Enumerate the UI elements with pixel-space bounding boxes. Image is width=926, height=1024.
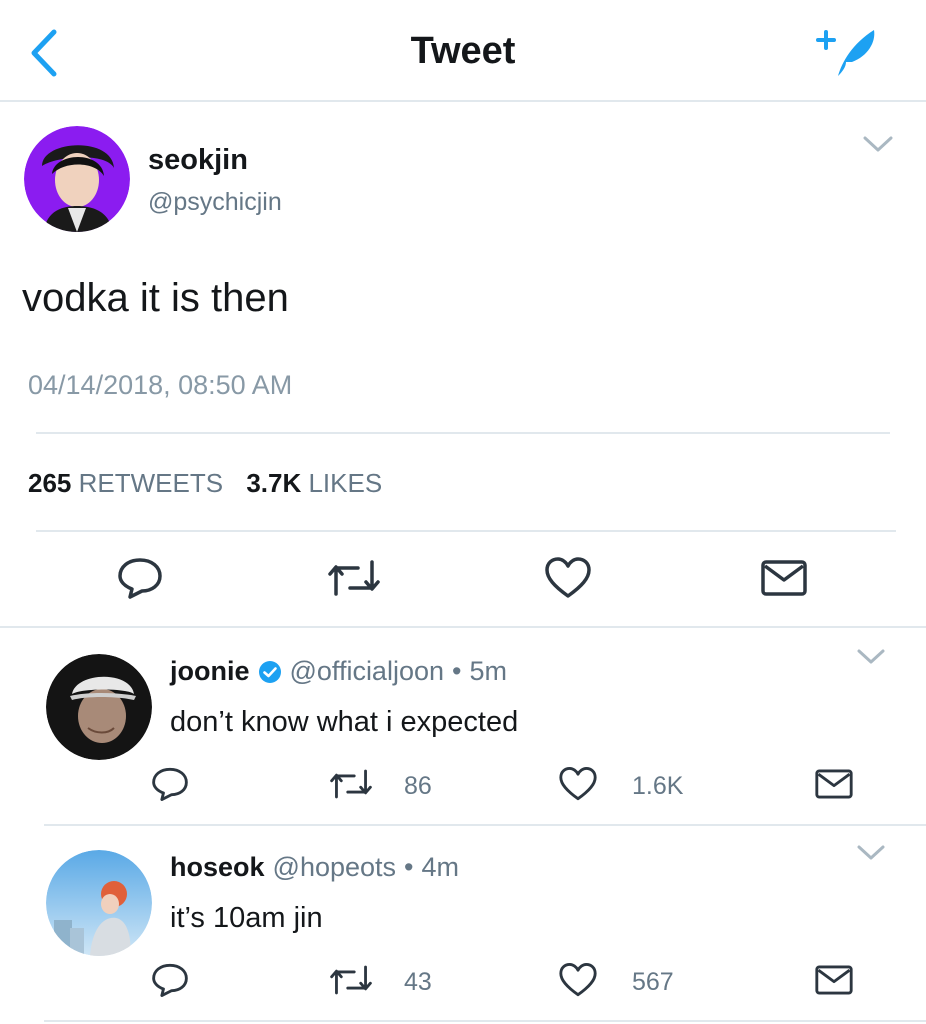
likes-label[interactable]: LIKES: [308, 468, 382, 498]
tweet-text: vodka it is then: [22, 276, 289, 320]
reply-author-handle[interactable]: @hopeots: [273, 852, 397, 883]
retweet-count: 86: [404, 772, 432, 800]
compose-tweet-icon: [816, 30, 875, 76]
reply-button[interactable]: [150, 962, 190, 998]
verified-badge-icon: [258, 660, 281, 683]
avatar[interactable]: [46, 850, 152, 956]
reply-text: it’s 10am jin: [170, 902, 323, 934]
reply-options-button[interactable]: [856, 844, 886, 862]
like-button[interactable]: [558, 766, 598, 802]
message-icon: [815, 769, 853, 799]
retweet-count: 43: [404, 968, 432, 996]
profile-photo: [46, 654, 152, 760]
divider: [36, 530, 896, 532]
main-tweet: seokjin @psychicjin vodka it is then 04/…: [0, 104, 926, 628]
retweet-button[interactable]: [330, 962, 372, 998]
divider: [36, 432, 890, 434]
reply-author-name[interactable]: joonie: [170, 656, 250, 687]
reply-icon: [152, 963, 188, 997]
separator-dot: •: [452, 656, 462, 686]
retweets-count[interactable]: 265: [28, 468, 71, 498]
reply-author-name[interactable]: hoseok: [170, 852, 265, 883]
profile-photo: [24, 126, 130, 232]
author-handle[interactable]: @psychicjin: [148, 188, 282, 217]
avatar[interactable]: [46, 654, 152, 760]
tweet-stats: 265 RETWEETS 3.7K LIKES: [28, 468, 398, 499]
nav-bar: Tweet: [0, 0, 926, 102]
retweet-icon: [328, 560, 380, 596]
like-icon: [559, 767, 597, 801]
retweet-icon: [330, 965, 372, 995]
reply-text: don’t know what i expected: [170, 706, 519, 738]
like-count: 567: [632, 968, 674, 996]
separator-dot: •: [404, 852, 414, 882]
reply-icon: [152, 767, 188, 801]
retweet-button[interactable]: [328, 556, 380, 600]
message-button[interactable]: [814, 962, 854, 998]
like-count: 1.6K: [632, 772, 684, 800]
reply-header: hoseok @hopeots • 4m: [170, 852, 459, 883]
reply-time: 5m: [469, 656, 507, 686]
reply-button[interactable]: [150, 766, 190, 802]
reply-tweet[interactable]: hoseok @hopeots • 4m it’s 10am jin 43 56…: [0, 826, 926, 1024]
reply-header: joonie @officialjoon • 5m: [170, 656, 507, 687]
chevron-down-icon: [857, 845, 885, 860]
tweet-timestamp: 04/14/2018, 08:50 AM: [28, 370, 293, 400]
page-title: Tweet: [410, 30, 516, 72]
like-button[interactable]: [558, 962, 598, 998]
message-icon: [761, 560, 807, 596]
chevron-down-icon: [863, 136, 893, 152]
like-icon: [545, 557, 591, 598]
reply-options-button[interactable]: [856, 648, 886, 666]
like-icon: [559, 963, 597, 997]
retweet-button[interactable]: [330, 766, 372, 802]
tweet-options-button[interactable]: [862, 134, 894, 154]
reply-author-handle[interactable]: @officialjoon: [290, 656, 445, 687]
reply-time: 4m: [421, 852, 459, 882]
like-button[interactable]: [544, 556, 592, 600]
avatar[interactable]: [24, 126, 130, 232]
message-button[interactable]: [814, 766, 854, 802]
retweet-icon: [330, 769, 372, 799]
reply-icon: [118, 558, 162, 599]
retweets-label[interactable]: RETWEETS: [79, 468, 223, 498]
message-button[interactable]: [760, 556, 808, 600]
divider: [44, 1020, 926, 1022]
profile-photo: [46, 850, 152, 956]
likes-count[interactable]: 3.7K: [246, 468, 301, 498]
author-name[interactable]: seokjin: [148, 144, 248, 177]
message-icon: [815, 965, 853, 995]
reply-button[interactable]: [116, 556, 164, 600]
compose-button[interactable]: [812, 22, 884, 80]
chevron-down-icon: [857, 649, 885, 664]
reply-tweet[interactable]: joonie @officialjoon • 5m don’t know wha…: [0, 630, 926, 826]
